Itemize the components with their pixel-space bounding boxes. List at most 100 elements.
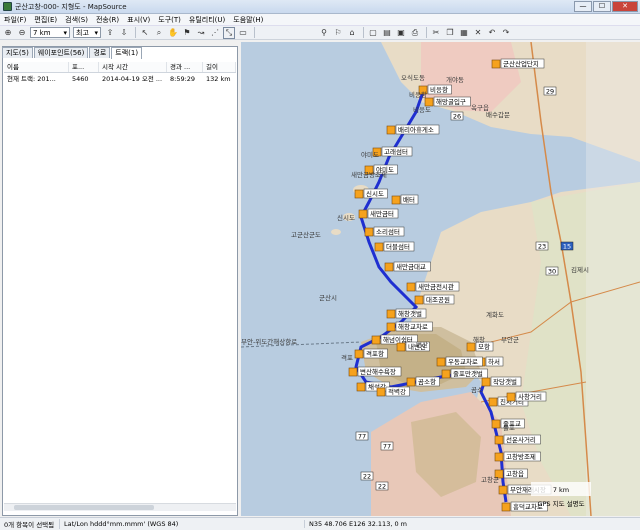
waypoint-marker[interactable]: 해창교차로: [386, 321, 433, 332]
waypoint-marker[interactable]: 우동교차로: [436, 356, 483, 367]
redo-icon[interactable]: ↷: [500, 27, 512, 39]
waypoint-marker[interactable]: 새만금터: [358, 208, 399, 219]
waypoint-marker[interactable]: 줄포만갯벌: [441, 368, 488, 379]
menu-transfer[interactable]: 전송(R): [96, 15, 119, 25]
detail-select[interactable]: 최고 ▾: [73, 27, 101, 38]
waypoint-marker[interactable]: 작당갯벌: [481, 376, 522, 387]
waypoint-flag-icon[interactable]: [501, 502, 511, 512]
print-icon[interactable]: ⎙: [409, 27, 421, 39]
tab-maps[interactable]: 지도(5): [2, 47, 33, 58]
waypoint-flag-icon[interactable]: [498, 485, 508, 495]
route-tool-icon[interactable]: ↝: [195, 27, 207, 39]
waypoint-marker[interactable]: 더블섬터: [374, 241, 415, 252]
cut-icon[interactable]: ✂: [430, 27, 442, 39]
waypoint-marker[interactable]: 고창읍: [494, 468, 528, 479]
column-duration[interactable]: 경과 ...: [167, 62, 203, 72]
waypoint-marker[interactable]: 새만금전시관: [406, 281, 460, 292]
waypoint-flag-icon[interactable]: [386, 322, 396, 332]
menu-tools[interactable]: 도구(T): [158, 15, 181, 25]
find-address-icon[interactable]: ⌂: [346, 27, 358, 39]
waypoint-flag-icon[interactable]: [491, 419, 501, 429]
waypoint-flag-icon[interactable]: [414, 295, 424, 305]
column-length[interactable]: 길이: [203, 62, 236, 72]
waypoint-marker[interactable]: 배리아휴게소: [386, 124, 440, 135]
waypoint-flag-icon[interactable]: [358, 209, 368, 219]
waypoint-marker[interactable]: 대조공원: [414, 294, 455, 305]
waypoint-flag-icon[interactable]: [354, 189, 364, 199]
waypoint-flag-icon[interactable]: [491, 59, 501, 69]
menu-edit[interactable]: 편집(E): [34, 15, 57, 25]
waypoint-flag-icon[interactable]: [481, 377, 491, 387]
waypoint-flag-icon[interactable]: [371, 335, 381, 345]
minimize-button[interactable]: —: [574, 1, 592, 12]
scale-select[interactable]: 7 km ▾: [30, 27, 70, 38]
waypoint-flag-icon[interactable]: [364, 227, 374, 237]
waypoint-marker[interactable]: 해망굴입구: [424, 96, 471, 107]
waypoint-marker[interactable]: 선운사거리: [494, 434, 541, 445]
menu-help[interactable]: 도움말(H): [233, 15, 263, 25]
close-button[interactable]: ✕: [612, 1, 638, 12]
menu-utilities[interactable]: 유틸리티(U): [189, 15, 225, 25]
copy-icon[interactable]: ❐: [444, 27, 456, 39]
map-canvas[interactable]: 비응항군산산업단지해망굴입구배리아휴게소고래섬터야미도신시도배터새만금터소리섬터…: [241, 42, 640, 516]
waypoint-marker[interactable]: 곰소항: [406, 376, 440, 387]
waypoint-flag-icon[interactable]: [424, 97, 434, 107]
waypoint-flag-icon[interactable]: [391, 195, 401, 205]
track-tool-icon[interactable]: ⋰: [209, 27, 221, 39]
waypoint-flag-icon[interactable]: [376, 387, 386, 397]
waypoint-flag-icon[interactable]: [466, 342, 476, 352]
hand-tool-icon[interactable]: ✋: [167, 27, 179, 39]
waypoint-flag-icon[interactable]: [494, 435, 504, 445]
tab-waypoints[interactable]: 웨이포인트(56): [33, 47, 89, 58]
select-tool-icon[interactable]: ↖: [139, 27, 151, 39]
waypoint-flag-icon[interactable]: [396, 342, 406, 352]
waypoint-marker[interactable]: 변산해수욕장: [348, 366, 402, 377]
scrollbar-thumb[interactable]: [14, 505, 154, 510]
measure-tool-icon[interactable]: ⤡: [223, 26, 235, 39]
waypoint-flag-icon[interactable]: [506, 392, 516, 402]
waypoint-flag-icon[interactable]: [384, 262, 394, 272]
zoom-in-icon[interactable]: ⊕: [2, 27, 14, 39]
waypoint-flag-icon[interactable]: [406, 282, 416, 292]
waypoint-marker[interactable]: 소리섬터: [364, 226, 405, 237]
waypoint-marker[interactable]: 적벽강: [376, 386, 410, 397]
waypoint-marker[interactable]: 격포항: [354, 348, 388, 359]
map-view[interactable]: 비응항 군산산업단지 해망굴입구 배리아휴게소 고래섬터 야미도 신시도 배터 새만금터 소리섬터…: [241, 42, 640, 516]
waypoint-flag-icon[interactable]: [406, 377, 416, 387]
menu-search[interactable]: 검색(S): [65, 15, 88, 25]
waypoint-marker[interactable]: 고창방조제: [494, 451, 541, 462]
send-icon[interactable]: ⇪: [104, 27, 116, 39]
waypoint-flag-icon[interactable]: [374, 242, 384, 252]
horizontal-scrollbar[interactable]: [4, 503, 236, 511]
new-icon[interactable]: ▢: [367, 27, 379, 39]
column-name[interactable]: 이름: [4, 62, 69, 72]
waypoint-flag-icon[interactable]: [436, 357, 446, 367]
map-icon[interactable]: ▭: [237, 27, 249, 39]
save-icon[interactable]: ▣: [395, 27, 407, 39]
receive-icon[interactable]: ⇩: [118, 27, 130, 39]
menu-file[interactable]: 파일(F): [4, 15, 26, 25]
find-place-icon[interactable]: ⚐: [332, 27, 344, 39]
menu-view[interactable]: 표시(V): [127, 15, 150, 25]
paste-icon[interactable]: ▦: [458, 27, 470, 39]
waypoint-flag-icon[interactable]: [348, 367, 358, 377]
waypoint-flag-icon[interactable]: [494, 452, 504, 462]
find-icon[interactable]: ⚲: [318, 27, 330, 39]
open-icon[interactable]: ▤: [381, 27, 393, 39]
tab-tracks[interactable]: 트랙(1): [111, 47, 143, 59]
waypoint-marker[interactable]: 배터: [391, 194, 419, 205]
column-points[interactable]: 포...: [69, 62, 99, 72]
waypoint-flag-icon[interactable]: [441, 369, 451, 379]
waypoint-flag-icon[interactable]: [488, 397, 498, 407]
maximize-button[interactable]: ☐: [593, 1, 611, 12]
waypoint-marker[interactable]: 해창갯벌: [386, 308, 427, 319]
table-row[interactable]: 현재 트랙: 201... 5460 2014-04-19 오전 ... 8:5…: [4, 74, 236, 84]
undo-icon[interactable]: ↶: [486, 27, 498, 39]
waypoint-flag-icon[interactable]: [354, 349, 364, 359]
tab-routes[interactable]: 경로: [89, 47, 111, 58]
waypoint-tool-icon[interactable]: ⚑: [181, 27, 193, 39]
waypoint-marker[interactable]: 군산산업단지: [491, 58, 545, 69]
waypoint-marker[interactable]: 신시도: [354, 188, 388, 199]
zoom-out-icon[interactable]: ⊖: [16, 27, 28, 39]
waypoint-marker[interactable]: 새만금대교: [384, 261, 431, 272]
